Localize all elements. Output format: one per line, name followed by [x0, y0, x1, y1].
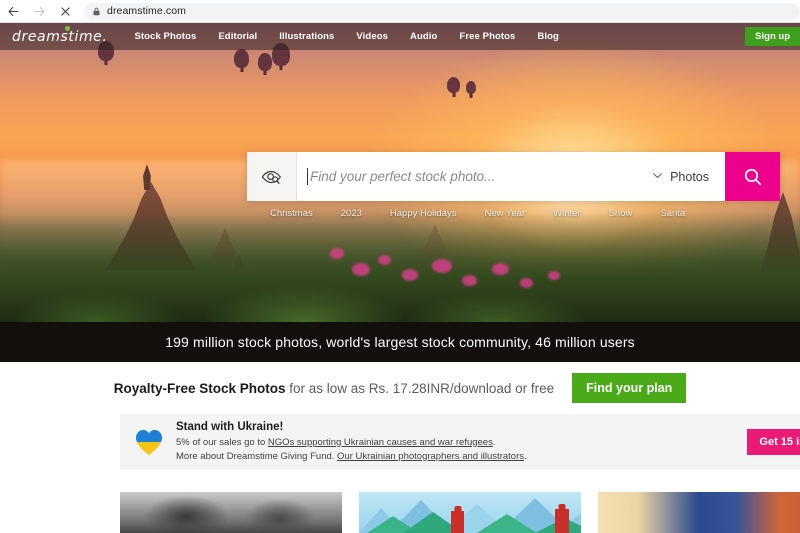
blossom [378, 255, 391, 265]
blossom [462, 275, 477, 286]
hot-air-balloon [258, 53, 272, 71]
royalty-headline: Royalty-Free Stock Photos for as low as … [114, 381, 554, 396]
find-your-plan-button[interactable]: Find your plan [572, 373, 687, 403]
royalty-headline-rest: for as low as Rs. 17.28INR/download or f… [285, 380, 555, 396]
site-navigation-bar: dreamstime. Stock Photos Editorial Illus… [0, 23, 800, 50]
get-15-images-button[interactable]: Get 15 images [747, 429, 800, 455]
hot-air-balloon [466, 81, 476, 94]
blossom [520, 278, 533, 288]
nav-item-audio[interactable]: Audio [399, 31, 448, 42]
blossom [330, 248, 344, 259]
nav-item-editorial[interactable]: Editorial [207, 31, 268, 42]
blossom [548, 271, 560, 280]
ukraine-line-1: 5% of our sales go to NGOs supporting Uk… [176, 436, 747, 450]
logo-text: dreamstime. [12, 28, 108, 45]
royalty-free-row: Royalty-Free Stock Photos for as low as … [0, 362, 800, 414]
nav-item-illustrations[interactable]: Illustrations [268, 31, 345, 42]
stats-banner: 199 million stock photos, world's larges… [0, 322, 800, 362]
ukraine-line-1-suffix: . [492, 436, 496, 448]
tag-santa[interactable]: Santa [646, 208, 699, 219]
logo-green-dot-icon [65, 25, 70, 31]
page-root: dreamstime.com dreamstime. Stock Photos … [0, 0, 800, 533]
ukraine-title: Stand with Ukraine! [176, 420, 284, 433]
hero-foliage [0, 212, 800, 322]
blossom [402, 269, 418, 281]
thumbnail-creature-illustration[interactable] [598, 492, 800, 533]
tag-snow[interactable]: Snow [595, 208, 647, 219]
ukraine-line-1-prefix: 5% of our sales go to [176, 436, 268, 448]
ukraine-line-2-prefix: More about Dreamstime Giving Fund. [176, 450, 338, 462]
tag-happy-holidays[interactable]: Happy Holidays [376, 208, 471, 219]
lock-icon [92, 7, 101, 16]
browser-toolbar: dreamstime.com [0, 0, 800, 23]
nav-item-free-photos[interactable]: Free Photos [448, 31, 526, 42]
text-caret [307, 168, 308, 185]
magnifier-icon [744, 168, 761, 185]
ukraine-heart-icon [134, 428, 164, 456]
forward-arrow-icon[interactable] [26, 0, 52, 23]
ukraine-line-2-suffix: . [523, 450, 527, 462]
nav-item-stock-photos[interactable]: Stock Photos [123, 31, 207, 42]
search-type-label: Photos [670, 169, 709, 184]
sign-up-button[interactable]: Sign up [745, 27, 800, 46]
nav-links: Stock Photos Editorial Illustrations Vid… [123, 31, 569, 42]
blossom [432, 259, 452, 273]
blossom [352, 263, 370, 276]
suggested-tags: Christmas 2023 Happy Holidays New Year W… [256, 208, 699, 219]
red-figure [555, 509, 569, 533]
search-input[interactable]: Find your perfect stock photo... [297, 152, 647, 201]
nav-item-videos[interactable]: Videos [345, 31, 399, 42]
back-arrow-icon[interactable] [0, 0, 26, 23]
thumbnail-mountain-illustration[interactable] [359, 492, 581, 533]
tag-winter[interactable]: Winter [539, 208, 594, 219]
stop-x-icon[interactable] [52, 0, 78, 23]
search-placeholder-text: Find your perfect stock photo... [310, 169, 496, 184]
hot-air-balloon [234, 49, 249, 68]
ukraine-ngo-link[interactable]: NGOs supporting Ukrainian causes and war… [268, 437, 493, 448]
search-bar: Find your perfect stock photo... Photos [247, 152, 780, 201]
stats-banner-text: 199 million stock photos, world's larges… [165, 334, 635, 350]
stand-with-ukraine-banner: Stand with Ukraine! 5% of our sales go t… [120, 414, 800, 470]
tag-christmas[interactable]: Christmas [256, 208, 327, 219]
hot-air-balloon [447, 77, 460, 93]
search-type-dropdown[interactable]: Photos [646, 152, 725, 201]
chevron-down-icon [652, 172, 663, 182]
royalty-headline-bold: Royalty-Free Stock Photos [113, 380, 286, 396]
address-bar[interactable]: dreamstime.com [84, 2, 800, 20]
search-submit-button[interactable] [725, 152, 780, 201]
thumbnail-grayscale-horses[interactable] [120, 492, 342, 533]
blossom [492, 263, 509, 275]
ukraine-photographers-link[interactable]: Our Ukrainian photographers and illustra… [337, 451, 524, 462]
nav-item-blog[interactable]: Blog [526, 31, 570, 42]
red-figure [451, 511, 464, 533]
url-text: dreamstime.com [107, 5, 187, 17]
featured-thumbnail-row [120, 492, 800, 533]
dreamstime-logo[interactable]: dreamstime. [12, 25, 108, 45]
ukraine-text-block: Stand with Ukraine! 5% of our sales go t… [176, 421, 747, 464]
ukraine-line-2: More about Dreamstime Giving Fund. Our U… [176, 450, 747, 464]
eye-search-icon[interactable] [247, 152, 297, 201]
tag-2023[interactable]: 2023 [327, 208, 376, 219]
tag-new-year[interactable]: New Year [470, 208, 539, 219]
